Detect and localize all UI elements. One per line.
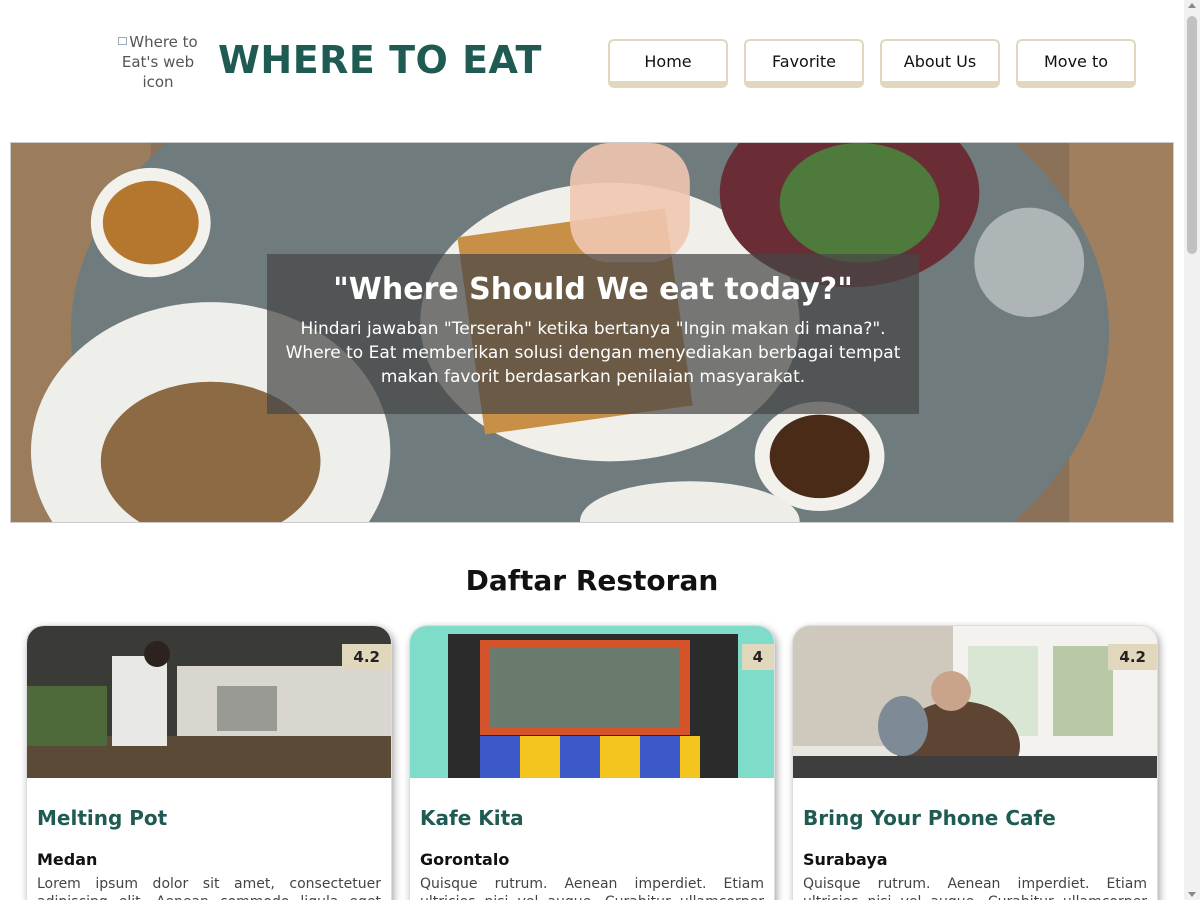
restaurant-card[interactable]: 4.2 Bring Your Phone Cafe Surabaya Quisq… <box>792 625 1158 900</box>
hero-banner: "Where Should We eat today?" Hindari jaw… <box>10 142 1174 523</box>
site-title: WHERE TO EAT <box>218 38 542 82</box>
hero-description: Hindari jawaban "Terserah" ketika bertan… <box>285 319 901 387</box>
rating-badge: 4 <box>741 644 774 670</box>
restaurant-list-heading: Daftar Restoran <box>465 564 719 597</box>
logo-alt-text: Where to Eat's web icon <box>121 33 198 91</box>
site-header: Where to Eat's web icon WHERE TO EAT Hom… <box>0 0 1184 125</box>
restaurant-image: 4.2 <box>793 626 1157 791</box>
broken-image-icon <box>118 37 128 45</box>
rating-badge: 4.2 <box>342 644 391 670</box>
nav-move-to-button[interactable]: Move to <box>1016 39 1136 88</box>
rating-badge: 4.2 <box>1108 644 1157 670</box>
restaurant-card[interactable]: 4 Kafe Kita Gorontalo Quisque rutrum. Ae… <box>409 625 775 900</box>
restaurant-city: Surabaya <box>803 850 888 869</box>
logo-icon[interactable]: Where to Eat's web icon <box>112 32 204 92</box>
restaurant-image: 4 <box>410 626 774 778</box>
scroll-down-arrow-icon[interactable] <box>1188 892 1196 897</box>
nav-favorite-button[interactable]: Favorite <box>744 39 864 88</box>
restaurant-city: Gorontalo <box>420 850 510 869</box>
storefront-photo <box>410 626 774 778</box>
restaurant-name[interactable]: Kafe Kita <box>420 806 764 830</box>
scrollbar-thumb[interactable] <box>1187 16 1197 254</box>
nav-about-button[interactable]: About Us <box>880 39 1000 88</box>
hero-title: "Where Should We eat today?" <box>333 272 853 307</box>
main-nav: Home Favorite About Us Move to <box>608 39 1136 88</box>
restaurant-description: Quisque rutrum. Aenean imperdiet. Etiam … <box>420 876 764 900</box>
nav-home-button[interactable]: Home <box>608 39 728 88</box>
restaurant-card[interactable]: 4.2 Melting Pot Medan Lorem ipsum dolor … <box>26 625 392 900</box>
restaurant-list: 4.2 Melting Pot Medan Lorem ipsum dolor … <box>26 625 1158 900</box>
scroll-up-arrow-icon[interactable] <box>1188 3 1196 8</box>
restaurant-description: Quisque rutrum. Aenean imperdiet. Etiam … <box>803 876 1147 900</box>
restaurant-name[interactable]: Bring Your Phone Cafe <box>803 806 1147 830</box>
hero-panel: "Where Should We eat today?" Hindari jaw… <box>267 254 919 414</box>
cafe-photo <box>793 626 1157 791</box>
restaurant-city: Medan <box>37 850 98 869</box>
restaurant-image: 4.2 <box>27 626 391 778</box>
vertical-scrollbar[interactable] <box>1184 0 1200 900</box>
restaurant-name[interactable]: Melting Pot <box>37 806 381 830</box>
restaurant-description: Lorem ipsum dolor sit amet, consectetuer… <box>37 876 381 900</box>
kitchen-photo <box>27 626 391 778</box>
